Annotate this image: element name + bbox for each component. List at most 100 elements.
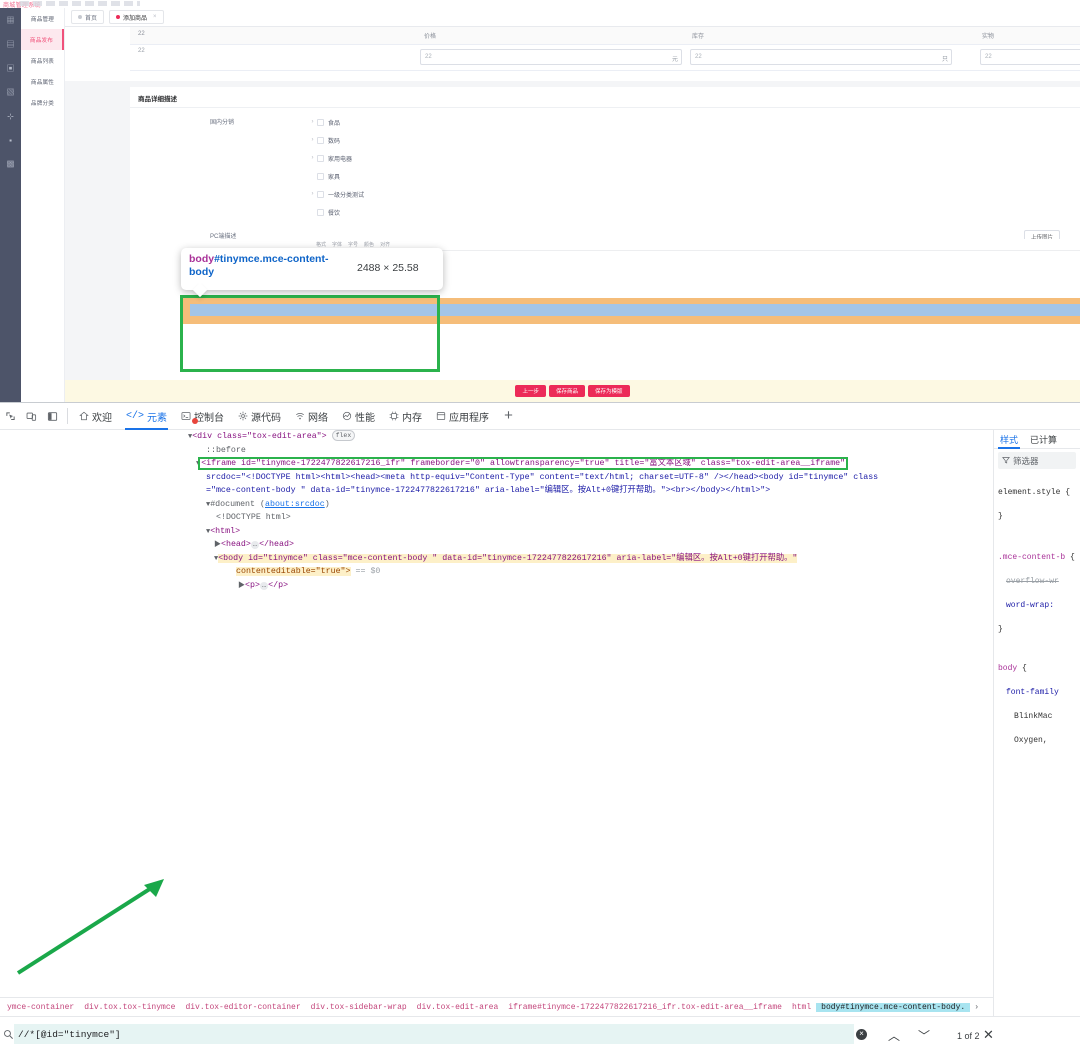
dom-line-p[interactable]: ▶<p>… </p> xyxy=(0,579,993,593)
physical-input[interactable]: 22 xyxy=(980,49,1080,65)
style-prop-font-family[interactable]: font-family xyxy=(1006,688,1059,697)
sidebar-item-1[interactable]: 商品发布 xyxy=(21,29,64,50)
ellipsis-icon[interactable]: … xyxy=(259,581,269,590)
tree-node-5[interactable]: 餐饮 xyxy=(308,203,364,221)
dom-line-edit-area[interactable]: ▼<div class="tox-edit-area"> flex xyxy=(0,430,993,444)
breadcrumb-item-3[interactable]: div.tox-sidebar-wrap xyxy=(306,1003,412,1012)
more-tabs-button[interactable]: + xyxy=(496,408,521,425)
dom-line-doctype[interactable]: <!DOCTYPE html> xyxy=(0,511,993,525)
chevron-right-icon[interactable]: › xyxy=(308,155,317,161)
tree-node-0[interactable]: › 食品 xyxy=(308,113,364,131)
save-as-template-button[interactable]: 保存为模版 xyxy=(588,385,630,397)
dom-line-html[interactable]: ▼<html> xyxy=(0,525,993,539)
collapse-triangle-icon[interactable]: ▶ xyxy=(238,582,245,590)
tree-node-1[interactable]: › 数码 xyxy=(308,131,364,149)
sidebar-item-0[interactable]: 商品管理 xyxy=(21,8,64,29)
dom-line-document[interactable]: ▼#document (about:srcdoc) xyxy=(0,498,993,512)
close-icon[interactable]: × xyxy=(153,14,157,20)
dom-tree[interactable]: ▼<div class="tox-edit-area"> flex ::befo… xyxy=(0,430,993,595)
tab-styles[interactable]: 样式 xyxy=(994,430,1024,449)
checkbox[interactable] xyxy=(317,190,324,198)
tab-network[interactable]: 网络 xyxy=(288,403,335,430)
goods-icon[interactable]: ▣ xyxy=(0,58,21,79)
dom-line-contenteditable[interactable]: contenteditable="true"> == $0 xyxy=(0,565,993,579)
toolbar-font[interactable]: 字体 xyxy=(332,241,342,248)
inspect-icon[interactable] xyxy=(0,403,21,430)
style-prop-word-wrap[interactable]: word-wrap: xyxy=(1006,601,1054,610)
tab-sources[interactable]: 源代码 xyxy=(231,403,288,430)
toolbar-divider xyxy=(67,408,68,424)
toolbar-color[interactable]: 颜色 xyxy=(364,241,374,248)
breadcrumb-overflow-icon[interactable]: › xyxy=(970,1003,983,1012)
category-tree[interactable]: › 食品 › 数码 › 家用电器 家具 › 一级分类测试 餐饮 xyxy=(308,113,364,221)
toolbar-align[interactable]: 对齐 xyxy=(380,241,390,248)
tree-node-2[interactable]: › 家用电器 xyxy=(308,149,364,167)
secondary-sidebar[interactable]: 商品管理 商品发布 商品列表 商品属性 品牌分类 xyxy=(21,8,65,402)
breadcrumb-item-7-selected[interactable]: body#tinymce.mce-content-body. xyxy=(816,1002,971,1012)
toolbar-fontsize[interactable]: 字号 xyxy=(348,241,358,248)
setting-icon[interactable]: ▪ xyxy=(0,130,21,151)
device-toolbar-icon[interactable] xyxy=(21,403,42,430)
tab-computed[interactable]: 已计算 xyxy=(1024,430,1063,449)
dom-line-srcdoc-1[interactable]: srcdoc="<!DOCTYPE html><html><head><meta… xyxy=(0,471,993,485)
checkbox[interactable] xyxy=(317,208,324,216)
grid-icon[interactable]: ▦ xyxy=(0,10,21,31)
sidebar-item-4[interactable]: 品牌分类 xyxy=(21,92,64,113)
breadcrumb-item-4[interactable]: div.tox-edit-area xyxy=(412,1003,504,1012)
stock-input[interactable]: 22 只 xyxy=(690,49,952,65)
tree-node-4[interactable]: › 一级分类测试 xyxy=(308,185,364,203)
tab-welcome[interactable]: 欢迎 xyxy=(72,403,119,430)
dom-line-head[interactable]: ▶<head>… </head> xyxy=(0,538,993,552)
breadcrumb-item-1[interactable]: div.tox.tox-tinymce xyxy=(79,1003,180,1012)
clear-search-icon[interactable]: × xyxy=(856,1029,867,1040)
collapse-triangle-icon[interactable]: ▶ xyxy=(214,541,221,549)
dom-line-body[interactable]: ▼<body id="tinymce" class="mce-content-b… xyxy=(0,552,993,566)
flex-badge: flex xyxy=(331,430,356,442)
breadcrumb-item-5[interactable]: iframe#tinymce-1722477822617216_ifr.tox-… xyxy=(503,1003,787,1012)
styles-rules[interactable]: element.style { } .mce-content-b { overf… xyxy=(994,472,1080,774)
search-input[interactable]: //*[@id="tinymce"] xyxy=(14,1024,854,1044)
stats-icon[interactable]: ⊹ xyxy=(0,106,21,127)
tab-application[interactable]: 应用程序 xyxy=(429,403,496,430)
user-icon[interactable]: ▧ xyxy=(0,82,21,103)
checkbox[interactable] xyxy=(317,118,324,126)
tab-home[interactable]: 首页 xyxy=(71,10,105,24)
tab-add-product[interactable]: 添加商品 × xyxy=(109,10,164,24)
sidebar-item-2[interactable]: 商品列表 xyxy=(21,50,64,71)
srcdoc-link[interactable]: about:srcdoc xyxy=(265,500,325,509)
dom-line-iframe[interactable]: ▼<iframe id="tinymce-1722477822617216_if… xyxy=(0,457,993,471)
dom-line-srcdoc-2[interactable]: ="mce-content-body " data-id="tinymce-17… xyxy=(0,484,993,498)
checkbox[interactable] xyxy=(317,136,324,144)
chevron-right-icon[interactable]: › xyxy=(308,191,317,197)
checkbox[interactable] xyxy=(317,154,324,162)
style-prop-overflow-wrap[interactable]: overflow-wr xyxy=(1006,577,1059,586)
chevron-up-icon[interactable]: ︿ xyxy=(888,1027,900,1044)
chevron-down-icon[interactable]: ﹀ xyxy=(918,1027,930,1044)
dom-tag-text: <div class="tox-edit-area"> xyxy=(192,432,327,441)
prev-step-button[interactable]: 上一步 xyxy=(515,385,546,397)
breadcrumb-item-2[interactable]: div.tox-editor-container xyxy=(180,1003,305,1012)
toolbar-format[interactable]: 格式 xyxy=(316,241,326,248)
save-product-button[interactable]: 保存商品 xyxy=(548,385,585,397)
styles-filter-input[interactable]: 筛选器 xyxy=(998,452,1076,469)
breadcrumb-item-0[interactable]: ymce-container xyxy=(2,1003,79,1012)
price-input[interactable]: 22 元 xyxy=(420,49,682,65)
tab-elements[interactable]: </> 元素 xyxy=(119,403,174,430)
breadcrumb[interactable]: ymce-container div.tox.tox-tinymce div.t… xyxy=(0,997,993,1016)
tab-console[interactable]: 控制台 xyxy=(174,403,231,430)
primary-nav-rail[interactable]: ▦ ▤ ▣ ▧ ⊹ ▪ ▩ xyxy=(0,8,21,402)
chevron-right-icon[interactable]: › xyxy=(308,119,317,125)
finance-icon[interactable]: ▩ xyxy=(0,154,21,175)
close-search-icon[interactable]: ✕ xyxy=(983,1028,994,1043)
order-icon[interactable]: ▤ xyxy=(0,34,21,55)
checkbox[interactable] xyxy=(317,172,324,180)
sidebar-item-3[interactable]: 商品属性 xyxy=(21,71,64,92)
ellipsis-icon[interactable]: … xyxy=(250,541,260,549)
tab-performance[interactable]: 性能 xyxy=(335,403,382,430)
tab-memory[interactable]: 内存 xyxy=(382,403,429,430)
breadcrumb-item-6[interactable]: html xyxy=(787,1003,816,1012)
dom-line-before[interactable]: ::before xyxy=(0,444,993,458)
chevron-right-icon[interactable]: › xyxy=(308,137,317,143)
tree-node-3[interactable]: 家具 xyxy=(308,167,364,185)
dock-side-icon[interactable] xyxy=(42,403,63,430)
